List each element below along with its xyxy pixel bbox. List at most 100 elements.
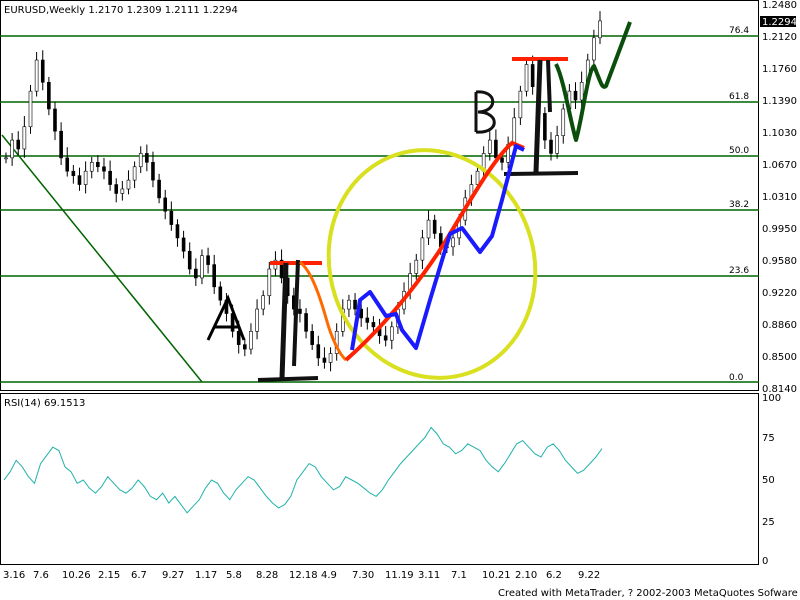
candle-body [328,353,333,363]
candle-body [500,157,504,163]
footer-credit: Created with MetaTrader, ? 2002-2003 Met… [498,588,800,599]
candle-body [524,64,529,92]
price-tick: 1.2480 [762,0,797,11]
candle-body [451,237,455,248]
candle-body [304,313,308,332]
candle-body [200,255,204,279]
candle-body [10,139,14,159]
fib-label: 50.0 [729,146,749,156]
candle-body [89,162,94,172]
time-label: 1.17 [195,570,217,581]
candle-body [487,139,492,154]
candle-body [365,317,370,323]
rsi-tick: 100 [762,393,781,404]
time-label: 3.11 [418,570,440,581]
fib-label: 61.8 [729,92,749,102]
candle-body [120,188,125,194]
candle-body [555,135,559,154]
rsi-panel-frame [0,393,759,565]
candle-body [475,170,480,185]
price-tick: 1.0670 [762,160,797,171]
candle-body [518,90,523,119]
candle-body [181,237,186,252]
black-bottom-bar-a [257,376,319,382]
time-label: 4.9 [321,570,337,581]
candle-body [28,90,33,128]
price-tick: 0.9220 [762,288,797,299]
candle-body [573,90,578,101]
candle-body [145,153,149,163]
candle-body [96,162,100,168]
candle-body [77,175,82,185]
candle-body [169,210,174,225]
black-vertical-b2 [546,59,552,113]
metatrader-chart: EURUSD,Weekly 1.2170 1.2309 1.2111 1.229… [0,0,800,599]
black-bottom-bar-b [503,171,579,176]
price-tick: 1.1030 [762,128,797,139]
time-label: 7.30 [352,570,374,581]
candle-body [4,157,8,160]
time-label: 7.1 [451,570,467,581]
candle-body [598,20,602,39]
candle-body [126,179,131,190]
candle-body [322,357,327,363]
price-tick: 1.1390 [762,96,797,107]
fib-label: 38.2 [729,200,749,210]
candle-body [426,219,431,239]
candle-body [47,81,51,110]
time-label: 5.8 [226,570,242,581]
candle-body [132,166,137,181]
candle-body [298,308,302,314]
time-label: 7.6 [33,570,49,581]
candle-body [249,330,253,350]
candle-body [353,299,357,310]
time-label: 9.22 [578,570,600,581]
candle-body [102,166,106,172]
time-label: 12.18 [289,570,318,581]
candle-body [420,237,425,261]
candle-body [187,250,192,270]
candle-body [71,170,76,176]
time-label: 6.2 [546,570,562,581]
price-tick: 0.9950 [762,224,797,235]
candle-body [592,37,596,61]
candle-body [236,330,241,345]
price-tick: 1.0310 [762,192,797,203]
candle-body [157,179,161,199]
candle-body [65,157,70,172]
fib-label: 76.4 [729,26,749,36]
fib-label: 0.0 [729,373,744,383]
candle-body [549,139,553,154]
candle-body [389,326,394,341]
candle-body [40,59,45,83]
candle-body [114,184,119,194]
price-tick: 0.9580 [762,256,797,267]
candle-body [175,224,180,239]
candle-body [494,139,498,159]
candle-body [22,126,27,150]
fib-label: 23.6 [729,266,749,276]
candle-body [310,330,314,345]
time-label: 9.27 [162,570,184,581]
price-tick: 1.1760 [762,64,797,75]
price-tick: 0.8860 [762,320,797,331]
candle-body [371,322,376,328]
time-label: 2.10 [515,570,537,581]
candle-body [212,264,217,288]
candle-body [59,130,63,159]
candle-body [255,308,259,332]
time-label: 6.7 [131,570,147,581]
candle-body [512,117,517,145]
candle-body [16,139,21,150]
rsi-tick: 50 [762,475,775,486]
time-label: 10.21 [482,570,511,581]
time-label: 11.19 [385,570,414,581]
candle-body [108,170,112,185]
candle-body [53,108,57,132]
time-axis: 3.16 7.6 10.26 2.15 6.7 9.27 1.17 5.8 8.… [3,570,600,581]
candle-body [243,344,247,350]
price-axis: 1.2480 1.2120 1.1760 1.1390 1.1030 1.067… [762,0,797,395]
time-label: 2.15 [98,570,120,581]
candle-body [432,219,437,234]
current-price-label: 1.2294 [762,17,797,28]
